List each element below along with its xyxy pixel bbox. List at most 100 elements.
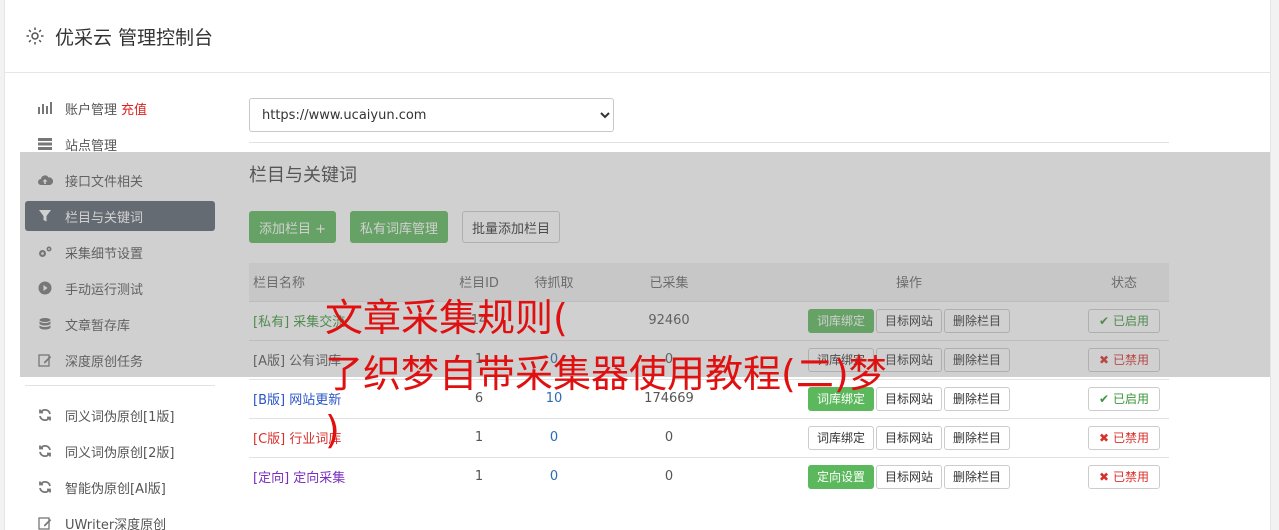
delete-column-button[interactable]: 删除栏目	[944, 464, 1011, 489]
bind-lib-button[interactable]: 定向设置	[807, 464, 874, 489]
row-status: ✔ 已启用	[1079, 300, 1169, 340]
cloud-upload-icon	[37, 172, 53, 188]
recharge-link[interactable]: 充值	[121, 99, 147, 118]
column-header: 已采集	[599, 263, 739, 301]
collected-count: 0	[599, 339, 739, 379]
table-row: [私有] 采集交流 14 92460 词库绑定 目标网站 删除栏目 ✔ 已启用	[249, 300, 1169, 340]
row-status: ✖ 已禁用	[1079, 339, 1169, 379]
app-title: 优采云 管理控制台	[55, 26, 214, 49]
bind-lib-button[interactable]: 词库绑定	[807, 386, 874, 411]
pending-count: 0	[509, 339, 599, 379]
status-label: 已禁用	[1112, 353, 1149, 367]
sidebar-item-synonym-v2[interactable]: 同义词伪原创[2版]	[25, 436, 215, 466]
refresh-icon	[37, 479, 53, 495]
target-site-button[interactable]: 目标网站	[875, 347, 942, 372]
sidebar-item-label: UWriter深度原创	[65, 517, 167, 530]
sidebar-item-synonym-v1[interactable]: 同义词伪原创[1版]	[25, 400, 215, 430]
status-toggle[interactable]: ✖ 已禁用	[1088, 425, 1160, 450]
check-icon: ✔	[1099, 392, 1110, 406]
sidebar: 账户管理 充值 站点管理 接口文件相关 栏目与关键词 采集细节设置 手动运行测试…	[25, 93, 215, 530]
sidebar-divider	[25, 385, 215, 386]
sidebar-item-deep-original[interactable]: 深度原创任务	[25, 345, 215, 375]
column-name[interactable]: [C版] 行业词库	[249, 417, 449, 457]
server-icon	[37, 136, 53, 152]
column-id: 6	[449, 378, 509, 418]
batch-add-button[interactable]: 批量添加栏目	[462, 211, 561, 243]
sidebar-item-api-files[interactable]: 接口文件相关	[25, 165, 215, 195]
status-toggle[interactable]: ✔ 已启用	[1088, 386, 1160, 411]
delete-column-button[interactable]: 删除栏目	[944, 386, 1011, 411]
collected-count: 174669	[599, 378, 739, 418]
refresh-icon	[37, 443, 53, 459]
collected-count: 0	[599, 417, 739, 457]
sidebar-item-account[interactable]: 账户管理 充值	[25, 93, 215, 123]
sidebar-item-label: 同义词伪原创[2版]	[65, 445, 175, 461]
sidebar-item-uwriter[interactable]: UWriter深度原创	[25, 508, 215, 530]
sidebar-item-ai-rewrite[interactable]: 智能伪原创[AI版]	[25, 472, 215, 502]
page-title: 栏目与关键词	[249, 165, 357, 186]
page-scrollbar[interactable]	[1271, 0, 1279, 530]
status-toggle[interactable]: ✔ 已启用	[1088, 308, 1160, 333]
delete-column-button[interactable]: 删除栏目	[944, 347, 1011, 372]
column-header: 操作	[739, 263, 1079, 301]
collected-count: 92460	[599, 300, 739, 340]
target-site-button[interactable]: 目标网站	[875, 425, 942, 450]
delete-column-button[interactable]: 删除栏目	[944, 425, 1011, 450]
column-name[interactable]: [A版] 公有词库	[249, 339, 449, 379]
sidebar-item-sites[interactable]: 站点管理	[25, 129, 215, 159]
edit-icon	[37, 515, 53, 530]
sidebar-item-label: 文章暂存库	[65, 318, 131, 334]
sidebar-item-label: 站点管理	[65, 138, 118, 154]
delete-column-button[interactable]: 删除栏目	[944, 308, 1011, 333]
target-site-button[interactable]: 目标网站	[875, 464, 942, 489]
row-status: ✖ 已禁用	[1079, 456, 1169, 496]
toolbar: 添加栏目 + 私有词库管理 批量添加栏目	[249, 211, 1169, 243]
table-header-row: 栏目名称 栏目ID 待抓取 已采集 操作 状态	[249, 263, 1169, 301]
column-header: 栏目名称	[249, 263, 449, 301]
sidebar-item-collect-settings[interactable]: 采集细节设置	[25, 237, 215, 267]
target-site-button[interactable]: 目标网站	[875, 308, 942, 333]
column-id: 1	[449, 339, 509, 379]
sidebar-item-label: 采集细节设置	[65, 246, 144, 262]
column-name[interactable]: [B版] 网站更新	[249, 378, 449, 418]
sidebar-item-label: 接口文件相关	[65, 174, 144, 190]
status-label: 已启用	[1112, 314, 1149, 328]
row-status: ✔ 已启用	[1079, 378, 1169, 418]
row-status: ✖ 已禁用	[1079, 417, 1169, 457]
sidebar-item-columns-keywords[interactable]: 栏目与关键词	[25, 201, 215, 231]
column-id: 1	[449, 456, 509, 496]
pending-count: 0	[509, 456, 599, 496]
cogs-icon	[37, 244, 53, 260]
site-select[interactable]: https://www.ucaiyun.com	[249, 98, 614, 132]
row-actions: 定向设置 目标网站 删除栏目	[739, 456, 1079, 496]
sidebar-item-label: 账户管理	[65, 102, 118, 118]
bind-lib-button[interactable]: 词库绑定	[807, 347, 874, 372]
divider	[249, 142, 1169, 143]
status-toggle[interactable]: ✖ 已禁用	[1088, 347, 1160, 372]
close-icon: ✖	[1099, 431, 1110, 445]
sidebar-item-label: 栏目与关键词	[65, 210, 144, 226]
pending-count: 0	[509, 417, 599, 457]
column-name[interactable]: [私有] 采集交流	[249, 300, 449, 340]
top-bar: 优采云 管理控制台	[5, 0, 1270, 73]
private-lib-button[interactable]: 私有词库管理	[350, 211, 449, 243]
target-site-button[interactable]: 目标网站	[875, 386, 942, 411]
column-header: 待抓取	[509, 263, 599, 301]
status-label: 已启用	[1112, 392, 1149, 406]
gear-icon	[26, 27, 44, 45]
sidebar-item-manual-run[interactable]: 手动运行测试	[25, 273, 215, 303]
add-column-button[interactable]: 添加栏目 +	[249, 211, 337, 243]
bind-lib-button[interactable]: 词库绑定	[807, 425, 874, 450]
status-toggle[interactable]: ✖ 已禁用	[1088, 464, 1160, 489]
row-actions: 词库绑定 目标网站 删除栏目	[739, 339, 1079, 379]
database-icon	[37, 316, 53, 332]
row-actions: 词库绑定 目标网站 删除栏目	[739, 300, 1079, 340]
bind-lib-button[interactable]: 词库绑定	[807, 308, 874, 333]
sidebar-item-article-storage[interactable]: 文章暂存库	[25, 309, 215, 339]
status-label: 已禁用	[1112, 470, 1149, 485]
column-id: 14	[449, 300, 509, 340]
collected-count: 0	[599, 456, 739, 496]
column-name[interactable]: [定向] 定向采集	[249, 456, 449, 496]
pending-count	[509, 300, 599, 340]
pending-count: 10	[509, 378, 599, 418]
